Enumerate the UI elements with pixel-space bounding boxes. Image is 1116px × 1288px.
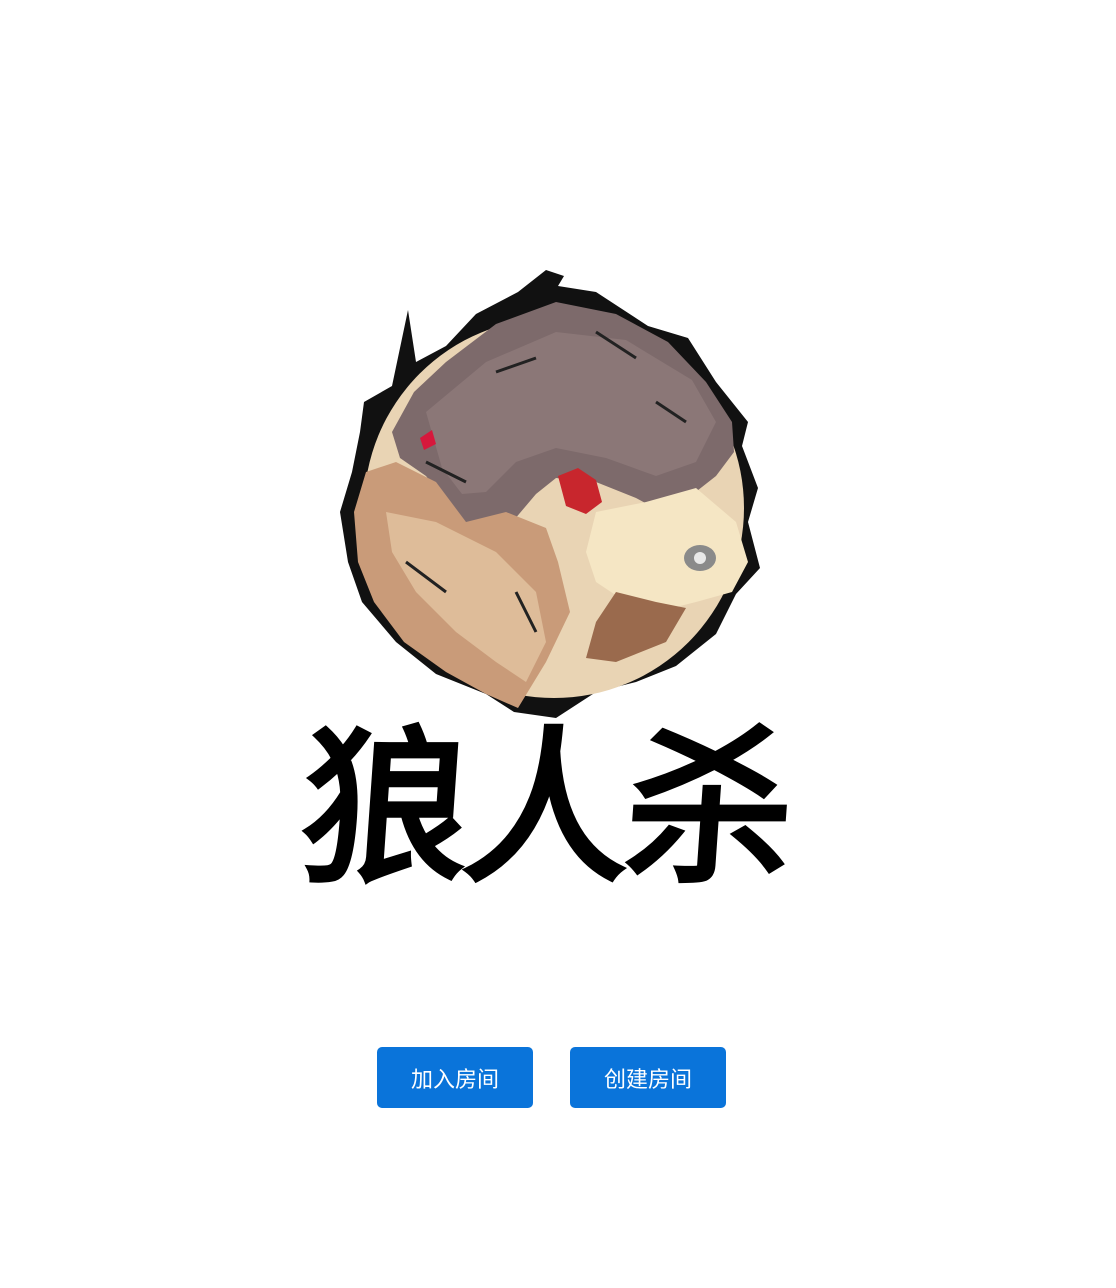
room-actions: 加入房间 创建房间 (377, 1047, 726, 1108)
game-title: 狼人杀 (295, 708, 795, 907)
create-room-button[interactable]: 创建房间 (570, 1047, 726, 1108)
landing-page: 狼人杀 加入房间 创建房间 (0, 0, 1116, 1288)
werewolf-emblem-icon (340, 270, 760, 718)
join-room-button[interactable]: 加入房间 (377, 1047, 533, 1108)
